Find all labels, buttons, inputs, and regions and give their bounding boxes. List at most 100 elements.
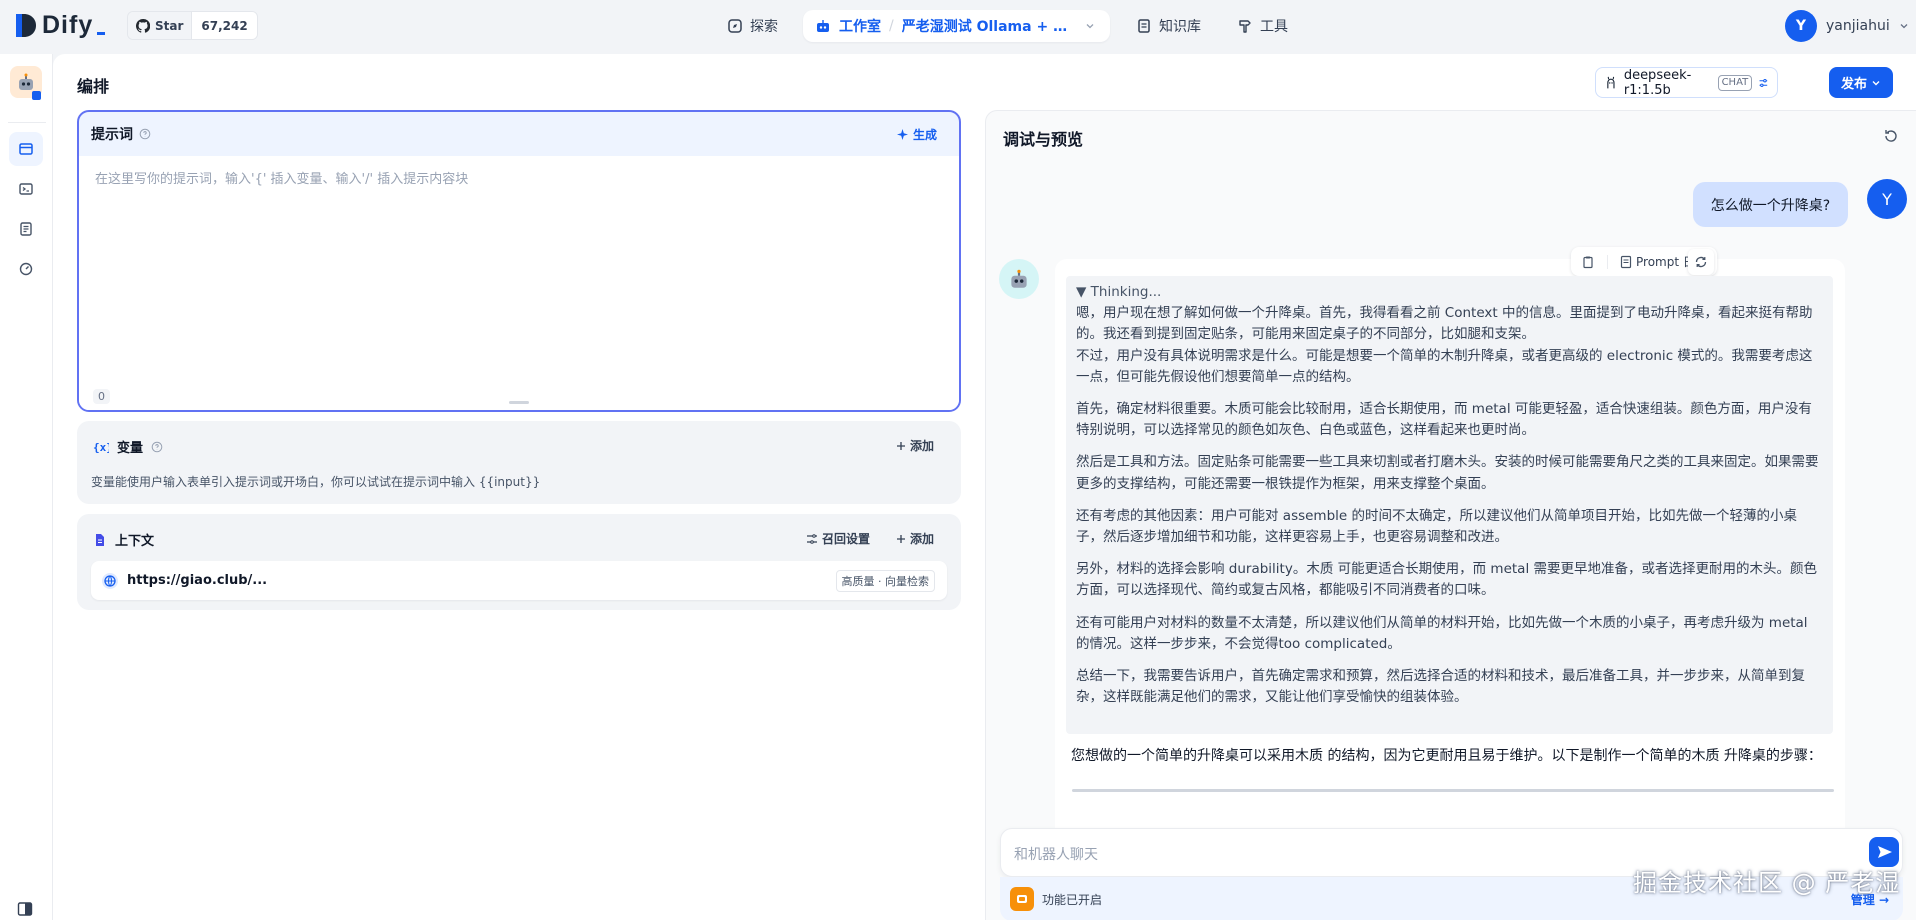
thinking-paragraph: 嗯，用户现在想了解如何做一个升降桌。首先，我得看看之前 Context 中的信息… [1076, 305, 1813, 385]
help-icon[interactable] [151, 441, 163, 453]
thinking-paragraph: 还有可能用户对材料的数量不太清楚，所以建议他们从简单的材料开始，比如先做一个木质… [1076, 614, 1808, 652]
user-name: yanjiahui [1826, 18, 1890, 34]
dataset-item[interactable]: https://giao.club/... 高质量 · 向量检索 [91, 561, 947, 600]
rail-divider [8, 122, 46, 123]
prompt-placeholder: 在这里写你的提示词，输入'{' 插入变量、输入'/' 插入提示内容块 [95, 172, 469, 187]
github-icon [136, 18, 150, 33]
book-icon [1138, 19, 1150, 33]
model-mode-badge: CHAT [1717, 74, 1753, 91]
add-context-button[interactable]: 添加 [896, 530, 934, 547]
chat-input-placeholder: 和机器人聊天 [1014, 847, 1098, 863]
nav-tools[interactable]: 工具 [1237, 14, 1288, 38]
robot-icon [817, 20, 829, 32]
compass-icon [728, 19, 742, 33]
variables-card: {x} 变量 添加 变量能使用户输入表单引入提示词或开场白，你可以试试在提示词中… [77, 421, 961, 504]
prompt-title: 提示词 [91, 127, 133, 143]
variables-header: {x} 变量 [93, 437, 163, 456]
regenerate-button[interactable] [1688, 249, 1714, 275]
add-variable-label: 添加 [910, 439, 935, 453]
generate-button[interactable]: 生成 [896, 126, 937, 143]
github-star-button[interactable]: Star [128, 12, 192, 39]
logo-text: Dify [42, 11, 94, 39]
clipboard-icon[interactable] [1581, 255, 1595, 269]
app-type-badge [32, 91, 41, 100]
chevron-down-icon[interactable] [1085, 21, 1095, 31]
left-sidebar [0, 54, 53, 920]
nav-knowledge-label: 知识库 [1159, 19, 1201, 35]
features-icon [1010, 887, 1034, 911]
variables-title: 变量 [117, 441, 144, 456]
settings-flow-icon [807, 533, 817, 544]
orchestrate-icon[interactable] [9, 132, 43, 166]
features-status: 功能已开启 [1042, 892, 1103, 907]
user-message: 怎么做一个升降桌? [1693, 182, 1848, 227]
nav-knowledge[interactable]: 知识库 [1136, 14, 1201, 38]
prompt-editor-card: 提示词 生成 在这里写你的提示词，输入'{' 插入变量、输入'/' 插入提示内容… [77, 110, 961, 412]
prompt-textarea[interactable]: 在这里写你的提示词，输入'{' 插入变量、输入'/' 插入提示内容块 0 [79, 156, 959, 410]
dify-logo[interactable]: Dify [14, 11, 106, 40]
nav-tools-label: 工具 [1260, 19, 1288, 35]
nav-studio[interactable]: 工作室 / 严老湿测试 Ollama + Dee... [803, 10, 1110, 42]
page-title: 编排 [77, 77, 110, 96]
document-icon [96, 533, 104, 546]
monitoring-icon[interactable] [9, 252, 43, 286]
breadcrumb-separator: / [889, 18, 894, 34]
sliders-icon[interactable] [1758, 76, 1769, 90]
refresh-icon[interactable] [1883, 128, 1899, 144]
variable-icon: {x} [93, 441, 109, 454]
top-navigation: Dify Star 67,242 探索 工作室 / 严老湿测试 Ollama +… [0, 0, 1916, 54]
hammer-icon [1239, 20, 1251, 33]
add-context-label: 添加 [910, 532, 935, 546]
regenerate-icon [1695, 256, 1707, 268]
model-selector[interactable]: deepseek-r1:1.5b CHAT [1595, 67, 1778, 98]
ollama-icon [1607, 76, 1615, 88]
publish-label: 发布 [1840, 77, 1867, 92]
debug-preview-panel: 调试与预览 怎么做一个升降桌? Y Prompt 日志 ▼ Thinking..… [985, 110, 1916, 920]
dataset-name: https://giao.club/... [127, 573, 268, 588]
thinking-paragraph: 另外，材料的选择会影响 durability。木质 可能更适合长期使用，而 me… [1076, 561, 1817, 599]
ops-divider [1607, 254, 1608, 269]
watermark: 掘金技术社区 @ 严老湿 [1633, 869, 1901, 897]
logo-underscore [97, 32, 106, 35]
model-name: deepseek-r1:1.5b [1623, 67, 1692, 98]
variables-hint: 变量能使用户输入表单引入提示词或开场白，你可以试试在提示词中输入 {{input… [91, 475, 541, 489]
debug-title: 调试与预览 [1003, 130, 1084, 149]
chat-user-avatar: Y [1867, 179, 1907, 219]
github-star-label: Star [155, 18, 184, 33]
globe-icon [102, 572, 118, 589]
nav-explore[interactable]: 探索 [727, 14, 778, 38]
generate-label: 生成 [912, 128, 937, 142]
chevron-down-icon [1872, 80, 1880, 85]
answer-divider [1072, 789, 1834, 792]
user-avatar: Y [1785, 10, 1817, 42]
nav-explore-label: 探索 [750, 19, 778, 35]
toggle-sidebar-icon[interactable] [17, 901, 33, 917]
context-title: 上下文 [115, 534, 155, 549]
resize-handle[interactable] [509, 401, 529, 404]
dataset-tag: 高质量 · 向量检索 [835, 570, 935, 592]
github-star-widget[interactable]: Star 67,242 [127, 11, 258, 40]
thinking-paragraph: 然后是工具和方法。固定贴条可能需要一些工具来切割或者打磨木头。安装的时候可能需要… [1076, 454, 1819, 492]
prompt-char-count: 0 [93, 389, 110, 404]
github-star-count: 67,242 [191, 12, 257, 39]
sparkle-icon [896, 129, 908, 140]
publish-button[interactable]: 发布 [1829, 67, 1893, 98]
help-icon[interactable] [139, 128, 151, 140]
retrieval-settings-button[interactable]: 召回设置 [806, 530, 870, 547]
thinking-toggle[interactable]: ▼ Thinking... [1076, 282, 1823, 303]
plus-icon [897, 441, 905, 450]
thinking-paragraph: 还有考虑的其他因素：用户可能对 assemble 的时间不太确定，所以建议他们从… [1076, 507, 1798, 546]
app-name[interactable]: 严老湿测试 Ollama + Dee... [902, 16, 1077, 36]
context-header: 上下文 [93, 530, 154, 549]
svg-text:{x}: {x} [93, 441, 109, 454]
final-answer-text: 您想做的一个简单的升降桌可以采用木质 的结构，因为它更耐用且易于维护。以下是制作… [1071, 748, 1822, 764]
plus-icon [897, 534, 905, 543]
context-card: 上下文 召回设置 添加 https://giao.club/... 高质量 · … [77, 514, 961, 610]
add-variable-button[interactable]: 添加 [896, 437, 934, 454]
logs-icon[interactable] [9, 212, 43, 246]
user-menu[interactable]: Y yanjiahui [1785, 10, 1909, 42]
thinking-block: ▼ Thinking... 嗯，用户现在想了解如何做一个升降桌。首先，我得看看之… [1066, 276, 1833, 734]
prompt-header: 提示词 [79, 112, 959, 156]
terminal-icon[interactable] [9, 172, 43, 206]
file-text-icon [1620, 255, 1632, 268]
